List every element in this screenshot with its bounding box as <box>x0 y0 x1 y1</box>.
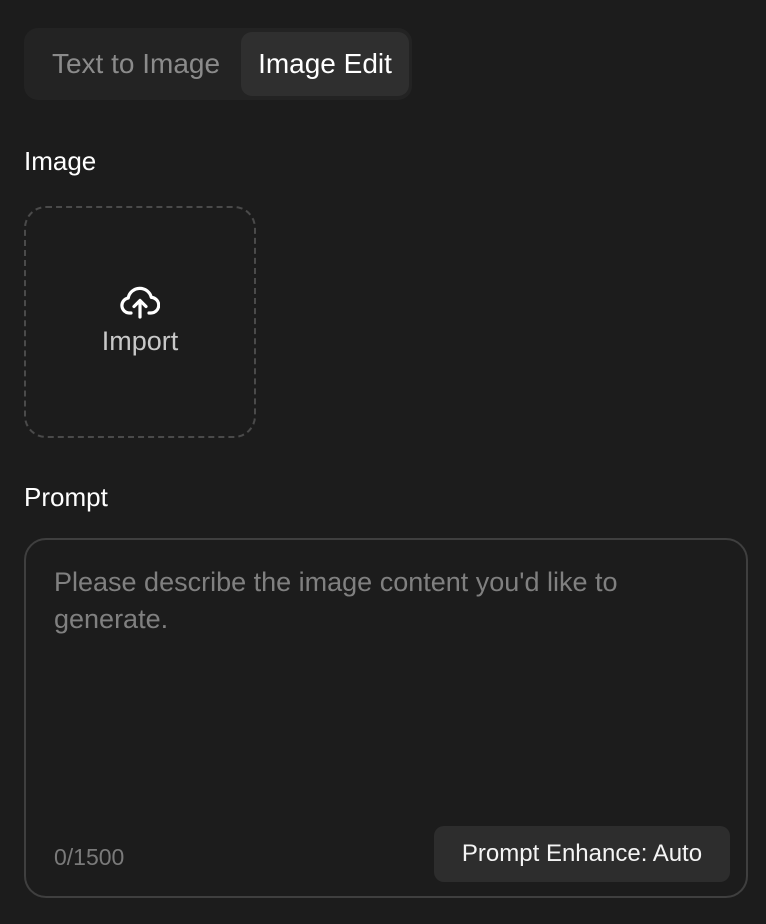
prompt-container: 0/1500 Prompt Enhance: Auto <box>24 538 748 898</box>
image-section-label: Image <box>24 146 97 176</box>
mode-tabs: Text to Image Image Edit <box>24 28 412 100</box>
tab-text-to-image[interactable]: Text to Image <box>28 32 242 96</box>
import-label: Import <box>101 326 179 356</box>
character-counter: 0/1500 <box>54 844 125 870</box>
tab-image-edit[interactable]: Image Edit <box>241 32 409 96</box>
cloud-upload-icon <box>120 286 160 319</box>
prompt-section-label: Prompt <box>24 482 108 512</box>
prompt-textarea[interactable] <box>54 564 714 804</box>
image-import-dropzone[interactable]: Import <box>24 206 256 438</box>
prompt-enhance-button[interactable]: Prompt Enhance: Auto <box>434 826 730 882</box>
